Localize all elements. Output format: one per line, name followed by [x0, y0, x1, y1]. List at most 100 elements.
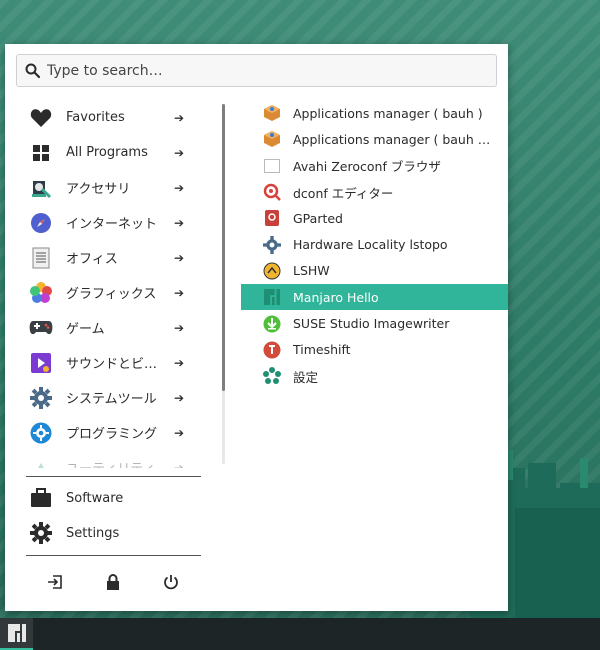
category-games[interactable]: ゲーム ➔: [26, 310, 202, 345]
app-item-bauh[interactable]: Applications manager ( bauh ): [241, 100, 508, 126]
app-label: 設定: [293, 369, 319, 385]
divider: [26, 476, 201, 477]
search-box[interactable]: [16, 54, 497, 87]
manjaro-icon: [263, 288, 281, 306]
document-icon: [27, 244, 55, 272]
software-button[interactable]: Software: [26, 481, 202, 515]
arrow-right-icon: ➔: [174, 460, 185, 469]
heart-icon: [27, 104, 55, 132]
software-label: Software: [66, 490, 124, 506]
application-menu: Favorites ➔ All Programs ➔ アクセサリ ➔ インターネ…: [5, 44, 508, 611]
arrow-right-icon: ➔: [174, 425, 185, 440]
category-label: グラフィックス: [66, 287, 157, 302]
category-label: All Programs: [66, 145, 148, 160]
app-item-avahi[interactable]: Avahi Zeroconf ブラウザ: [241, 153, 508, 179]
category-label: ゲーム: [66, 322, 105, 337]
settings-button[interactable]: Settings: [26, 516, 202, 550]
arrow-right-icon: ➔: [174, 250, 185, 265]
bauh-icon: [263, 104, 281, 122]
arrow-right-icon: ➔: [174, 355, 185, 370]
briefcase-icon: [26, 484, 56, 512]
category-label: プログラミング: [66, 427, 158, 442]
app-label: Timeshift: [293, 342, 351, 358]
arrow-right-icon: ➔: [174, 215, 185, 230]
category-label: オフィス: [66, 252, 118, 267]
app-label: dconf エディター: [293, 185, 394, 201]
taskbar: [0, 618, 600, 650]
dconf-icon: [263, 183, 281, 201]
search-input[interactable]: [47, 62, 487, 79]
app-item-lstopo[interactable]: Hardware Locality lstopo: [241, 231, 508, 257]
app-label: Manjaro Hello: [293, 289, 379, 305]
gparted-icon: [263, 209, 281, 227]
app-item-bauh-2[interactable]: Applications manager ( bauh …: [241, 126, 508, 152]
category-utilities[interactable]: ユーティリティ ➔: [26, 450, 202, 468]
lock-icon: [107, 574, 119, 590]
logout-icon: [48, 575, 62, 589]
category-scrollbar-thumb[interactable]: [222, 104, 225, 391]
app-label: Applications manager ( bauh …: [293, 131, 491, 147]
app-item-imagewriter[interactable]: SUSE Studio Imagewriter: [241, 310, 508, 336]
category-system-tools[interactable]: システムツール ➔: [26, 380, 202, 415]
category-accessories[interactable]: アクセサリ ➔: [26, 170, 202, 205]
power-button[interactable]: [157, 568, 185, 596]
app-item-manjaro-hello[interactable]: Manjaro Hello: [241, 284, 508, 311]
category-list: Favorites ➔ All Programs ➔ アクセサリ ➔ インターネ…: [26, 100, 202, 468]
category-all-programs[interactable]: All Programs ➔: [26, 135, 202, 170]
app-label: GParted: [293, 210, 343, 226]
manjaro-logo-icon: [7, 624, 26, 642]
graphics-palette-icon: [27, 279, 55, 307]
app-label: LSHW: [293, 263, 330, 279]
timeshift-icon: [263, 341, 281, 359]
session-controls: [26, 568, 202, 596]
download-icon: [263, 315, 281, 333]
category-internet[interactable]: インターネット ➔: [26, 205, 202, 240]
category-office[interactable]: オフィス ➔: [26, 240, 202, 275]
category-favorites[interactable]: Favorites ➔: [26, 100, 202, 135]
category-multimedia[interactable]: サウンドとビ… ➔: [26, 345, 202, 380]
gear-icon: [26, 519, 56, 547]
category-label: システムツール: [66, 392, 157, 407]
arrow-right-icon: ➔: [174, 180, 185, 195]
arrow-right-icon: ➔: [174, 145, 185, 160]
divider: [26, 555, 201, 556]
app-item-gparted[interactable]: GParted: [241, 205, 508, 231]
gear-icon: [263, 235, 281, 254]
arrow-right-icon: ➔: [174, 390, 185, 405]
category-label: サウンドとビ…: [66, 357, 158, 372]
start-menu-button[interactable]: [0, 618, 33, 650]
app-label: Applications manager ( bauh ): [293, 105, 483, 121]
bauh-icon: [263, 130, 281, 148]
application-list: Applications manager ( bauh ) Applicatio…: [241, 100, 508, 389]
category-label: アクセサリ: [66, 182, 131, 197]
gamepad-icon: [27, 314, 55, 342]
category-label: インターネット: [66, 217, 158, 232]
gear-icon: [27, 384, 55, 412]
lshw-icon: [263, 262, 281, 280]
category-programming[interactable]: プログラミング ➔: [26, 415, 202, 450]
category-graphics[interactable]: グラフィックス ➔: [26, 275, 202, 310]
programming-gear-icon: [27, 419, 55, 447]
grid-icon: [27, 139, 55, 167]
app-item-settings[interactable]: 設定: [241, 363, 508, 389]
category-label: Favorites: [66, 110, 125, 125]
app-label: Hardware Locality lstopo: [293, 237, 448, 253]
category-label: ユーティリティ: [66, 458, 155, 468]
search-icon: [17, 54, 47, 87]
power-icon: [164, 575, 178, 590]
lock-button[interactable]: [99, 568, 127, 596]
settings-flower-icon: [263, 367, 281, 385]
app-item-lshw[interactable]: LSHW: [241, 258, 508, 284]
app-item-dconf[interactable]: dconf エディター: [241, 179, 508, 205]
multimedia-icon: [27, 349, 55, 377]
app-label: Avahi Zeroconf ブラウザ: [293, 159, 441, 175]
app-item-timeshift[interactable]: Timeshift: [241, 337, 508, 363]
accessories-icon: [27, 174, 55, 202]
arrow-right-icon: ➔: [174, 285, 185, 300]
window-icon: [263, 157, 281, 175]
app-label: SUSE Studio Imagewriter: [293, 316, 450, 332]
compass-icon: [27, 209, 55, 237]
arrow-right-icon: ➔: [174, 110, 185, 125]
settings-label: Settings: [66, 525, 120, 541]
logout-button[interactable]: [41, 568, 69, 596]
